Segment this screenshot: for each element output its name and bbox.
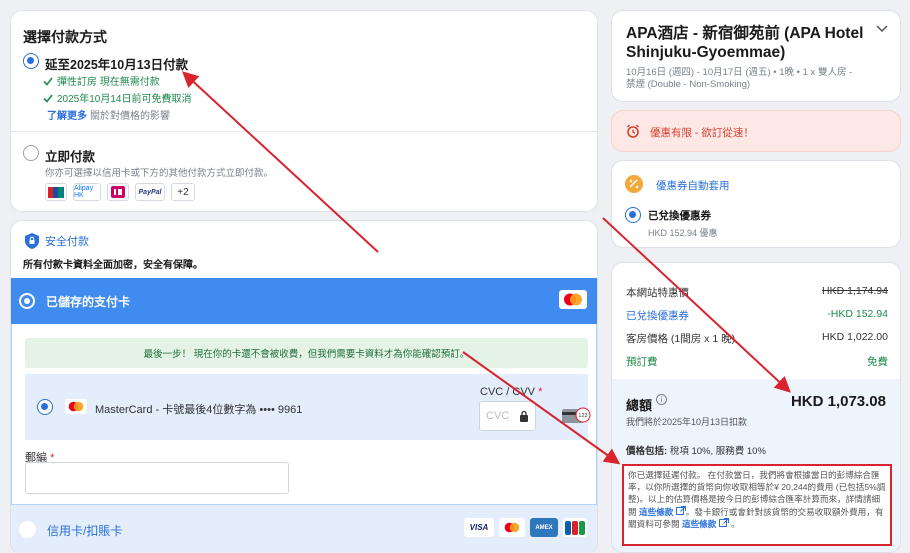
credit-card-option[interactable]: 信用卡/扣賬卡 VISA AMEX [11,504,597,553]
charge-date: 我們將於2025年10月13日扣款 [626,417,748,427]
learn-more-link[interactable]: 了解更多 關於對價格的影響 [47,107,170,122]
lock-icon [520,410,528,422]
coupon-label: 已兌換優惠券 [648,210,711,222]
secure-payment-subtitle: 所有付款卡資料全面加密，安全有保障。 [23,260,203,271]
check-icon [43,77,53,86]
unionpay-logo [45,183,67,201]
credit-card-radio[interactable] [19,521,36,538]
coupon-heading: 優惠券自動套用 [656,180,730,192]
urgency-text: 優惠有限 - 欲訂從速！ [650,127,754,139]
hotel-name: APA酒店 - 新宿御苑前 (APA Hotel Shinjuku-Gyoemm… [626,25,864,61]
saved-card-label: 已儲存的支付卡 [46,295,131,309]
saved-card-radio[interactable] [19,293,35,309]
urgency-banner: 優惠有限 - 欲訂從速！ [611,110,901,152]
jcb-icon [563,518,587,537]
pay-later-bullet-2: 2025年10月14日前可免費取消 [43,90,192,105]
saved-card-select-radio[interactable] [37,399,53,415]
currency-conversion-note: 你已選擇延遲付款。 在付款當日，我們將會根據當日的彭博綜合匯率，以你所選擇的貨幣… [622,464,892,546]
credit-card-label: 信用卡/扣賬卡 [47,524,123,538]
amex-icon: AMEX [530,518,558,537]
price-row-booking-fee: 預訂費 免費 [626,356,888,368]
pay-later-bullet-1: 彈性訂房 現在無需付款 [43,73,160,88]
pay-later-label[interactable]: 延至2025年10月13日付款 [45,54,188,73]
saved-card-bar[interactable]: 已儲存的支付卡 [11,278,597,324]
postal-code-input[interactable] [25,462,289,494]
cvc-label: CVC / CVV * [480,386,543,398]
pay-now-label[interactable]: 立即付款 [45,146,95,165]
mastercard-icon [65,399,87,414]
last-step-notice: 最後一步！ 現在你的卡還不會被收費，但我們需要卡資料才為你能確認預訂。 [25,338,588,368]
pay-now-radio[interactable] [23,145,39,161]
ideal-logo [107,183,129,201]
price-includes: 價格包括: 稅項 10%, 服務費 10% [626,446,766,457]
coupon-value: HKD 152.94 優惠 [648,228,718,238]
svg-text:123: 123 [578,413,587,419]
saved-card-row[interactable]: MasterCard - 卡號最後4位數字為 •••• 9961 CVC / C… [25,374,591,440]
external-link-icon[interactable] [718,517,729,527]
coupon-icon [625,175,643,193]
pay-now-subtext: 你亦可選擇以信用卡或下方的其他付款方式立即付款。 [45,168,274,179]
terms-link[interactable]: 這些條款 [639,507,673,517]
coupon-radio[interactable] [625,207,641,223]
cvc-card-icon: 123 [562,407,591,423]
alipay-logo: Alipay HK [73,183,101,201]
visa-icon: VISA [464,518,494,537]
price-breakdown-card: 本網站特惠價 HKD 1,174.94 已兌換優惠券 -HKD 152.94 客房價… [611,262,901,553]
secure-payment-header: 安全付款 [25,233,89,249]
secure-payment-card: 安全付款 所有付款卡資料全面加密，安全有保障。 已儲存的支付卡 最後一步！ 現在… [10,220,598,553]
shield-lock-icon [25,233,39,249]
price-row-coupon: 已兌換優惠券 -HKD 152.94 [626,308,888,322]
divider [11,131,597,132]
cvc-input[interactable]: CVC [479,401,536,431]
terms-link[interactable]: 這些條款 [682,519,716,529]
total-section: 總額 i HKD 1,073.08 我們將於2025年10月13日扣款 價格包括… [612,379,900,552]
saved-card-panel: 最後一步！ 現在你的卡還不會被收費，但我們需要卡資料才為你能確認預訂。 Mast… [11,324,597,504]
total-label: 總額 [626,398,653,413]
payment-method-card: 選擇付款方式 延至2025年10月13日付款 彈性訂房 現在無需付款 2025年… [10,10,598,212]
price-row-site-rate: 本網站特惠價 HKD 1,174.94 [626,285,888,299]
alarm-clock-icon [626,124,640,138]
paypal-logo: PayPal [135,183,165,201]
coupon-card: 優惠券自動套用 已兌換優惠券 HKD 152.94 優惠 [611,160,901,248]
saved-card-number: MasterCard - 卡號最後4位數字為 •••• 9961 [95,404,303,416]
stay-details: 10月16日 (週四) - 10月17日 (週五) • 1晚 • 1 x 雙人房… [626,67,853,90]
info-icon[interactable]: i [656,394,667,405]
total-amount: HKD 1,073.08 [790,393,886,410]
price-row-room: 客房價格 (1間房 x 1 晚) HKD 1,022.00 [626,331,888,345]
chevron-down-icon[interactable] [876,25,888,33]
payment-method-title: 選擇付款方式 [23,29,107,45]
pay-later-radio[interactable] [23,53,39,69]
check-icon [43,94,53,103]
mastercard-icon [559,290,587,309]
external-link-icon[interactable] [675,505,686,515]
mastercard-icon [499,518,525,537]
more-methods-badge[interactable]: +2 [171,183,195,201]
hotel-summary-card[interactable]: APA酒店 - 新宿御苑前 (APA Hotel Shinjuku-Gyoemm… [611,10,901,102]
